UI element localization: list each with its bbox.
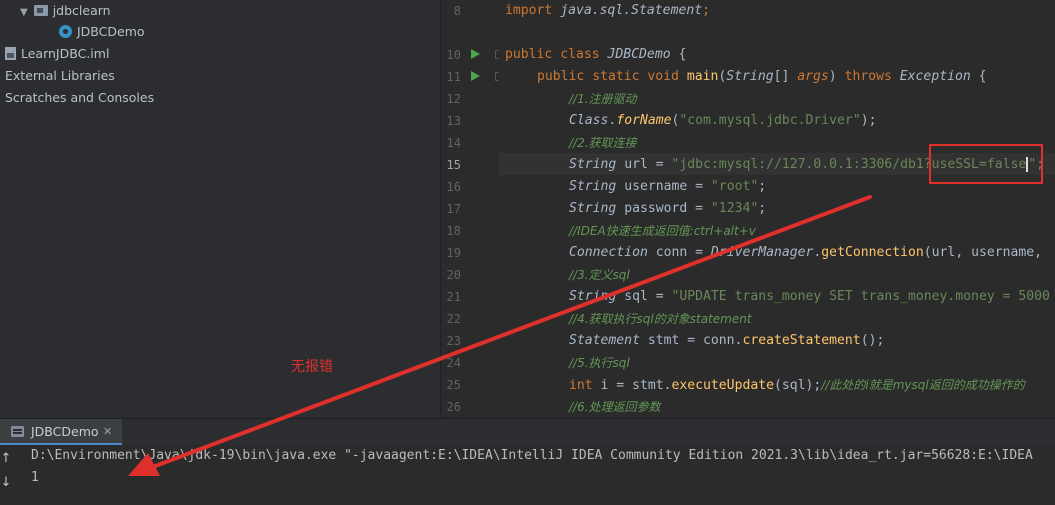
tab-run-jdbcdemo[interactable]: JDBCDemo ✕: [0, 419, 122, 445]
line-number: 20: [446, 268, 461, 282]
line-number: 24: [446, 356, 461, 370]
line-number: 14: [446, 136, 461, 150]
code-line-23: Statement stmt = conn.createStatement();: [569, 333, 885, 348]
code-line-13: Class.forName("com.mysql.jdbc.Driver");: [569, 113, 877, 128]
project-panel: ▼ jdbclearn JDBCDemo LearnJDBC.iml Extern…: [0, 0, 440, 418]
code-line-10: public class JDBCDemo {: [505, 47, 687, 62]
tree-item-jdbcdemo[interactable]: JDBCDemo: [59, 21, 145, 43]
module-file-icon: [5, 47, 16, 60]
code-line-16: String username = "root";: [569, 179, 767, 194]
arrow-up-icon[interactable]: ↑: [0, 451, 12, 466]
chevron-down-icon[interactable]: ▼: [20, 7, 28, 18]
tree-item-label: External Libraries: [5, 68, 115, 83]
arrow-down-icon[interactable]: ↓: [0, 475, 12, 490]
run-class-icon[interactable]: [471, 49, 480, 59]
code-line-24: //5.执行sql: [569, 356, 630, 370]
line-number-current: 15: [446, 158, 461, 172]
code-line-18: //IDEA快速生成返回值:ctrl+alt+v: [569, 224, 756, 238]
annotation-note: 无报错: [291, 359, 333, 375]
line-number: 10: [446, 48, 461, 62]
line-number: 12: [446, 92, 461, 106]
tree-item-jdbclearn[interactable]: ▼ jdbclearn: [20, 0, 111, 22]
line-number: 21: [446, 290, 461, 304]
line-number: 11: [446, 70, 461, 84]
close-icon[interactable]: ✕: [103, 419, 112, 445]
code-line-26: //6.处理返回参数: [569, 400, 661, 414]
code-line-19: Connection conn = DriverManager.getConne…: [569, 245, 1043, 260]
code-line-8: import java.sql.Statement;: [505, 3, 710, 18]
line-number: 26: [446, 400, 461, 414]
run-main-icon[interactable]: [471, 71, 480, 81]
line-number: 16: [446, 180, 461, 194]
code-line-11: public static void main(String[] args) t…: [537, 69, 987, 84]
line-number: 25: [446, 378, 461, 392]
line-number: 22: [446, 312, 461, 326]
code-line-25: int i = stmt.executeUpdate(sql);//此处的i就是…: [569, 378, 1025, 393]
line-number: 13: [446, 114, 461, 128]
run-tab-bar: JDBCDemo ✕: [0, 418, 1055, 445]
code-line-22: //4.获取执行sql的对象statement: [569, 312, 752, 326]
run-console[interactable]: ↑ ↓ D:\Environment\Java\jdk-19\bin\java.…: [0, 445, 1055, 505]
console-output-line: 1: [31, 470, 39, 485]
line-number: 23: [446, 334, 461, 348]
tree-item-label: LearnJDBC.iml: [21, 46, 110, 61]
tree-item-label: Scratches and Consoles: [5, 90, 155, 105]
line-number: 18: [446, 224, 461, 238]
line-number: 17: [446, 202, 461, 216]
line-number: 8: [453, 4, 461, 18]
tab-label: JDBCDemo: [31, 424, 99, 439]
java-class-icon: [59, 25, 72, 38]
tree-item-external-libraries[interactable]: External Libraries: [5, 65, 115, 87]
console-toolbar: ↑ ↓: [0, 445, 22, 505]
code-line-21: String sql = "UPDATE trans_money SET tra…: [569, 289, 1050, 304]
highlight-box: [929, 144, 1043, 184]
console-icon: [11, 426, 24, 437]
code-editor[interactable]: import java.sql.Statement; public class …: [499, 0, 1055, 418]
tree-item-iml[interactable]: LearnJDBC.iml: [5, 43, 109, 65]
code-line-17: String password = "1234";: [569, 201, 767, 216]
line-number: 19: [446, 246, 461, 260]
tree-item-label: JDBCDemo: [77, 24, 145, 39]
folder-icon: [33, 5, 48, 16]
tree-item-label: jdbclearn: [52, 3, 111, 18]
tree-item-scratches[interactable]: Scratches and Consoles: [5, 87, 154, 109]
code-line-20: //3.定义sql: [569, 268, 630, 282]
code-line-14: //2.获取连接: [569, 136, 637, 150]
console-output-line: D:\Environment\Java\jdk-19\bin\java.exe …: [31, 448, 1033, 463]
code-line-12: //1.注册驱动: [569, 92, 637, 106]
editor-gutter: 8 10 11 12 13 14 15 16 17 18 19 20 21 22…: [441, 0, 504, 418]
